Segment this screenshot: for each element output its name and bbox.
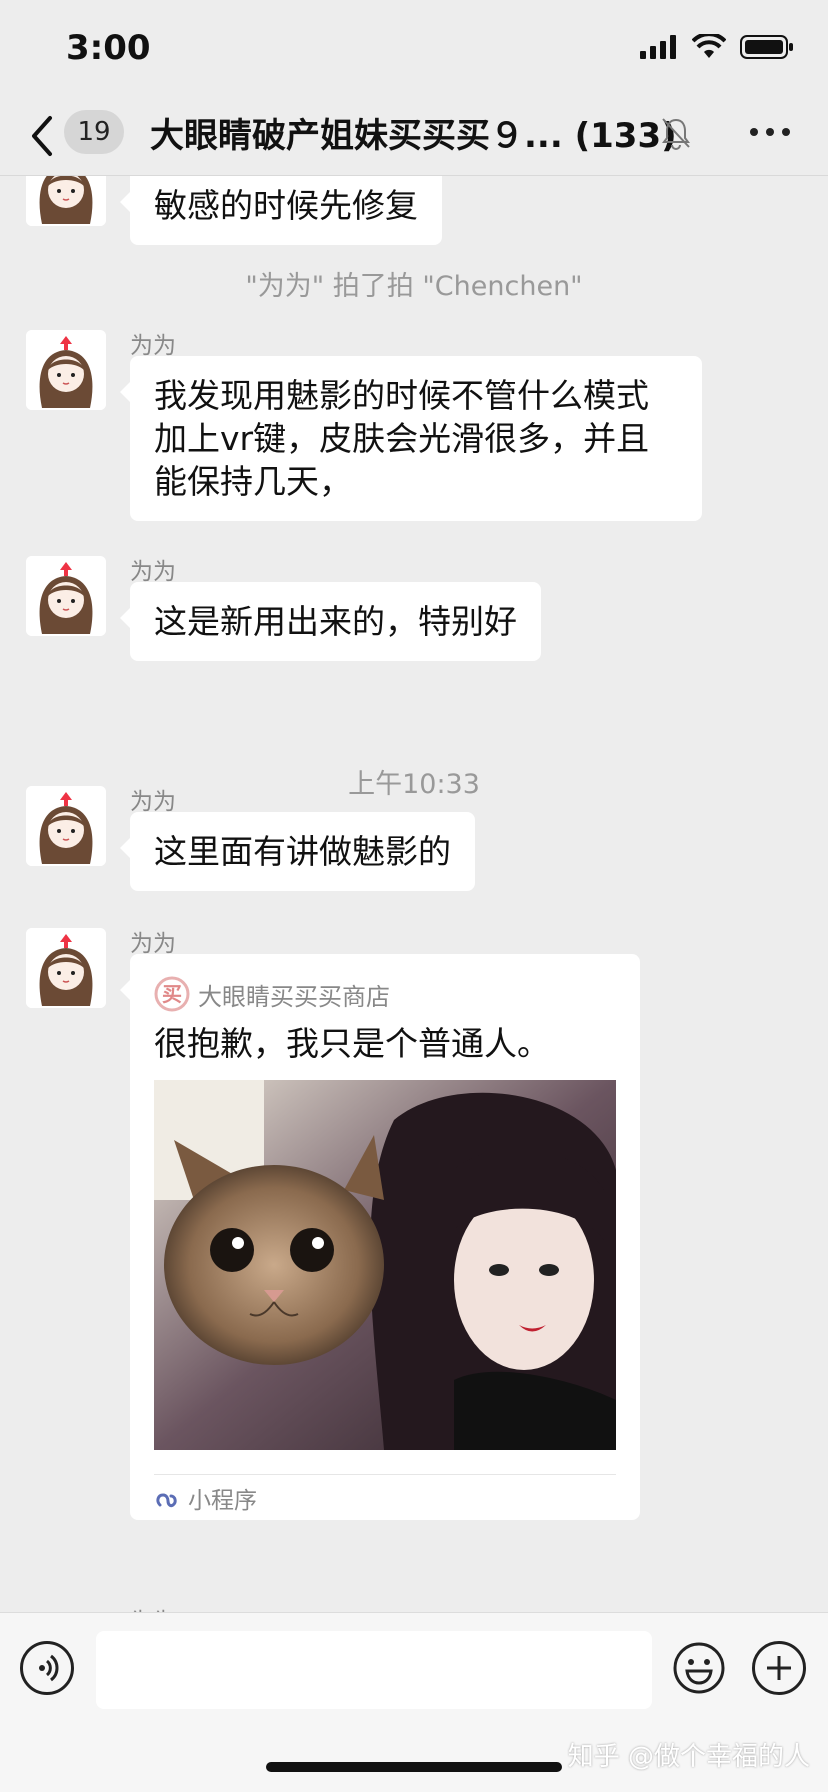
sender-name: 为为: [130, 1602, 176, 1612]
shop-logo-icon: 买: [154, 976, 190, 1012]
battery-icon: [740, 35, 793, 59]
more-icon[interactable]: [750, 128, 790, 136]
wifi-icon: [692, 34, 726, 58]
voice-icon[interactable]: [20, 1641, 74, 1695]
time-divider: 上午10:33: [348, 769, 480, 800]
avatar[interactable]: [26, 786, 106, 866]
signal-icon: [640, 35, 676, 59]
emoji-icon[interactable]: [672, 1641, 726, 1695]
message-bubble[interactable]: 这是新用出来的，特别好: [120, 582, 541, 661]
plus-icon[interactable]: [752, 1641, 806, 1695]
message-bubble[interactable]: 敏感的时候先修复: [120, 176, 442, 245]
card-footer-label: 小程序: [188, 1487, 257, 1514]
mute-bell-icon: [662, 118, 690, 150]
chat-title: 大眼睛破产姐妹买买买９... (133): [150, 116, 677, 156]
sender-name: 为为: [130, 931, 176, 957]
card-footer: 小程序: [154, 1474, 616, 1520]
avatar[interactable]: [26, 928, 106, 1008]
shop-logo-char: 买: [162, 982, 182, 1006]
unread-badge[interactable]: 19: [64, 110, 124, 154]
message-input[interactable]: [96, 1631, 652, 1709]
status-icons: [640, 34, 794, 60]
back-icon[interactable]: [28, 110, 58, 162]
home-indicator[interactable]: [266, 1762, 562, 1772]
mini-program-icon: [156, 1492, 177, 1507]
avatar[interactable]: [26, 556, 106, 636]
avatar[interactable]: [26, 330, 106, 410]
message-bubble[interactable]: 这里面有讲做魅影的: [120, 812, 475, 891]
card-title: 很抱歉，我只是个普通人。: [154, 1024, 550, 1063]
card-source-label: 大眼睛买买买商店: [198, 982, 390, 1011]
message-bubble[interactable]: 我发现用魅影的时候不管什么模式加上vr键，皮肤会光滑很多，并且能保持几天，: [120, 356, 702, 521]
sender-name: 为为: [130, 559, 176, 585]
chat-header: 19 大眼睛破产姐妹买买买９... (133): [0, 100, 828, 176]
pat-notice: "为为" 拍了拍 "Chenchen": [245, 271, 583, 302]
card-image: [154, 1080, 616, 1450]
mini-program-card[interactable]: 买 大眼睛买买买商店 很抱歉，我只是个普通人。 小程序: [120, 954, 640, 1520]
watermark: 知乎 @做个幸福的人: [567, 1742, 810, 1772]
status-time: 3:00: [66, 28, 151, 68]
chat-area[interactable]: 敏感的时候先修复 "为为" 拍了拍 "Chenchen" 为为 我发现用魅影的时…: [0, 176, 828, 1612]
sender-name: 为为: [130, 333, 176, 359]
card-source: 买 大眼睛买买买商店: [154, 976, 616, 1012]
sender-name: 为为: [130, 789, 176, 815]
avatar[interactable]: [26, 176, 106, 226]
status-bar: 3:00: [0, 0, 828, 100]
